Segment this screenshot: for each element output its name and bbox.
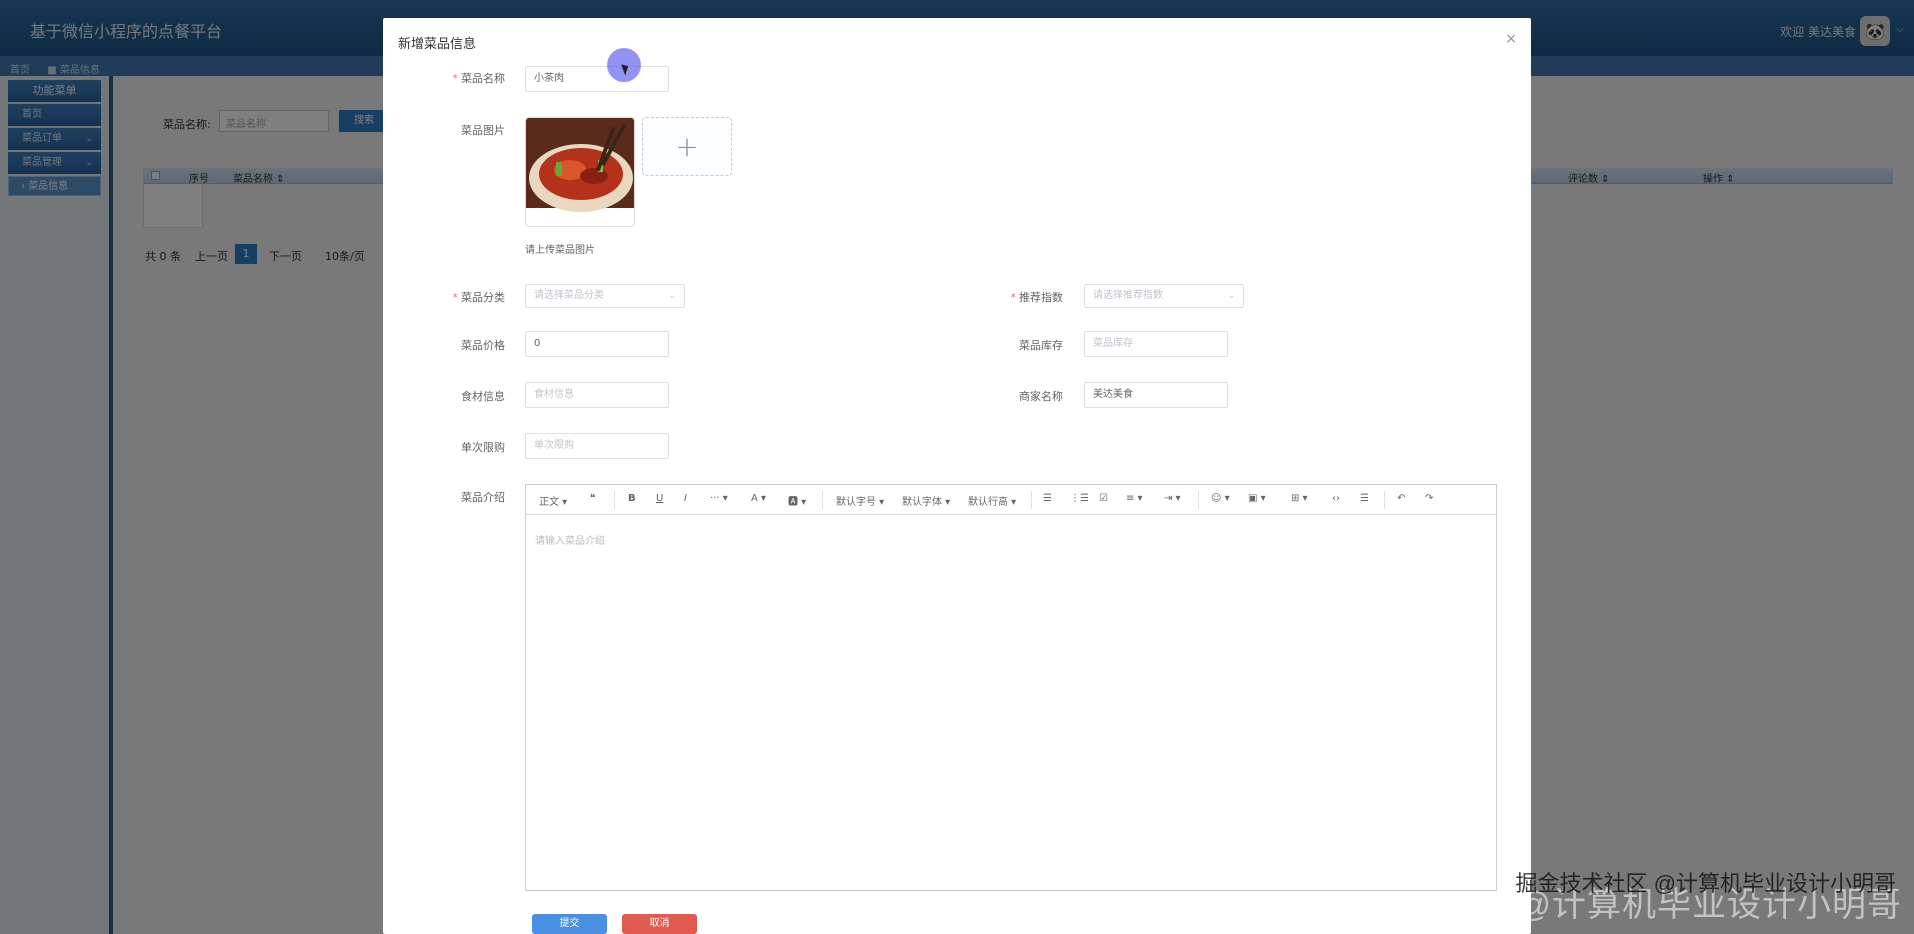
italic-icon[interactable]: I [684,493,687,504]
bg-color-icon[interactable]: 🅰 ▾ [788,493,806,508]
label-dish-image: 菜品图片 [461,124,505,137]
font-color-icon[interactable]: A ▾ [751,493,766,504]
toolbar-divider [1384,491,1385,509]
label-dish-name: * 菜品名称 [452,72,506,85]
chevron-down-icon: ⌄ [668,291,676,301]
merchant-input[interactable]: 美达美食 [1084,382,1228,408]
image-icon[interactable]: ▣ ▾ [1248,493,1266,504]
editor-toolbar: 正文 ▾ ❝ B U I ··· ▾ A ▾ 🅰 ▾ 默认字号 ▾ 默认字体 ▾… [526,485,1496,515]
font-size-dropdown[interactable]: 默认字号 ▾ [836,493,884,508]
toolbar-divider [614,491,615,509]
quote-icon[interactable]: ❝ [590,493,595,504]
label-price: 菜品价格 [461,339,505,352]
label-limit: 单次限购 [461,441,505,454]
upload-hint: 请上传菜品图片 [525,245,595,256]
submit-button[interactable]: 提交 [532,914,607,934]
more-icon[interactable]: ··· ▾ [710,493,728,504]
paragraph-dropdown[interactable]: 正文 ▾ [539,493,567,508]
toolbar-divider [1198,491,1199,509]
align-icon[interactable]: ≡ ▾ [1126,493,1143,504]
juejin-watermark: 掘金技术社区 @计算机毕业设计小明哥 [1515,871,1896,896]
cancel-button[interactable]: 取消 [622,914,697,934]
line-height-dropdown[interactable]: 默认行高 ▾ [968,493,1016,508]
divider-icon[interactable]: ☰ [1360,493,1369,504]
label-dish-category: * 菜品分类 [452,291,506,304]
rich-text-editor[interactable]: 正文 ▾ ❝ B U I ··· ▾ A ▾ 🅰 ▾ 默认字号 ▾ 默认字体 ▾… [525,484,1497,891]
plus-icon: + [675,130,699,163]
bullet-list-icon[interactable]: ☰ [1043,493,1052,504]
dish-category-select[interactable]: 请选择菜品分类 ⌄ [525,284,685,308]
add-dish-dialog: 新增菜品信息 × * 菜品名称 小茶肉 菜品图片 + 请上传菜品图片 * 菜品分类 … [383,18,1531,934]
app-root: 基于微信小程序的点餐平台 欢迎 美达美食 🐼 ⌵ 首页 ■ 菜品信息 功能菜单 … [0,0,1914,934]
select-placeholder: 请选择推荐指数 [1093,290,1163,301]
chevron-down-icon: ⌄ [1227,291,1235,301]
undo-icon[interactable]: ↶ [1397,493,1405,504]
todo-icon[interactable]: ☑ [1099,493,1108,504]
underline-icon[interactable]: U [656,493,663,504]
code-icon[interactable]: ‹› [1332,493,1340,504]
dish-image-thumbnail[interactable] [525,117,635,227]
indent-icon[interactable]: ⇥ ▾ [1164,493,1181,504]
limit-input[interactable]: 单次限购 [525,433,669,459]
bold-icon[interactable]: B [628,493,636,504]
editor-placeholder: 请输入菜品介绍 [535,536,605,547]
close-icon[interactable]: × [1505,31,1517,47]
label-ingredients: 食材信息 [461,390,505,403]
label-merchant: 商家名称 [1019,390,1063,403]
label-stock: 菜品库存 [1019,339,1063,352]
ingredients-input[interactable]: 食材信息 [525,382,669,408]
numbered-list-icon[interactable]: ⋮☰ [1070,493,1089,504]
label-intro: 菜品介绍 [461,491,505,504]
recommend-select[interactable]: 请选择推荐指数 ⌄ [1084,284,1244,308]
dialog-title: 新增菜品信息 [398,37,477,52]
price-input[interactable]: 0 [525,331,669,357]
toolbar-divider [1031,491,1032,509]
dish-name-input[interactable]: 小茶肉 [525,66,669,92]
redo-icon[interactable]: ↷ [1425,493,1433,504]
label-recommend: * 推荐指数 [1010,291,1064,304]
upload-add-button[interactable]: + [642,117,732,176]
table-icon[interactable]: ⊞ ▾ [1291,493,1308,504]
emoji-icon[interactable]: ☺ ▾ [1211,493,1230,504]
font-family-dropdown[interactable]: 默认字体 ▾ [902,493,950,508]
select-placeholder: 请选择菜品分类 [534,290,604,301]
stock-input[interactable]: 菜品库存 [1084,331,1228,357]
toolbar-divider [822,491,823,509]
